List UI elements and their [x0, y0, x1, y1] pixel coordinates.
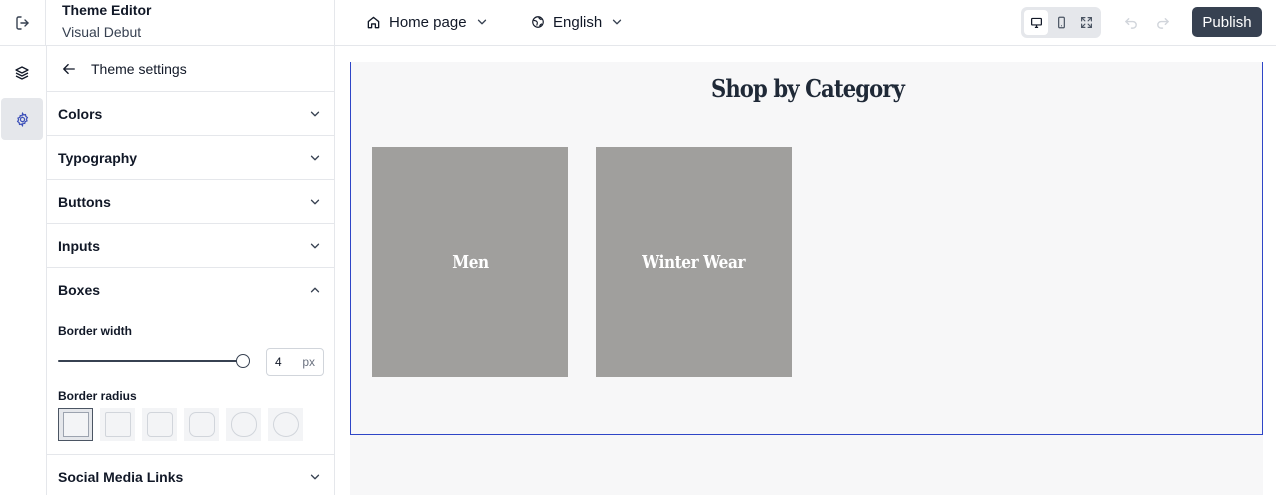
radius-option-lg[interactable]: [226, 408, 261, 441]
border-width-unit: px: [302, 355, 315, 369]
radius-option-md[interactable]: [184, 408, 219, 441]
language-select[interactable]: English: [531, 12, 624, 32]
app-title: Theme Editor: [62, 2, 152, 18]
radius-option-none[interactable]: [58, 408, 93, 441]
exit-editor-button[interactable]: [0, 0, 46, 46]
border-radius-options: [58, 408, 303, 441]
chevron-down-icon: [477, 19, 486, 25]
slider-track: [58, 360, 243, 362]
canvas-scrollbar-area: [1263, 47, 1276, 495]
theme-settings-panel: Theme settings Colors Typography Buttons…: [47, 46, 335, 495]
settings-rail-button[interactable]: [1, 98, 43, 140]
accordion-label: Colors: [58, 105, 103, 122]
chevron-up-icon: [310, 287, 320, 293]
slider-thumb[interactable]: [236, 354, 250, 368]
app-subtitle: Visual Debut: [62, 24, 142, 40]
gear-icon: [16, 111, 28, 127]
chevron-down-icon: [310, 474, 320, 479]
chevron-down-icon: [310, 111, 320, 116]
accordion-typography[interactable]: Typography: [47, 136, 334, 180]
radius-option-sm[interactable]: [142, 408, 177, 441]
category-card[interactable]: Winter Wear: [596, 147, 792, 377]
header-divider: [334, 0, 335, 46]
page-select-label: Home page: [389, 13, 467, 31]
border-width-label: Border width: [58, 324, 132, 338]
border-width-input[interactable]: px: [266, 348, 324, 376]
page-select[interactable]: Home page: [366, 12, 489, 32]
redo-button[interactable]: [1151, 11, 1173, 33]
sections-rail-button[interactable]: [1, 52, 43, 94]
publish-button[interactable]: Publish: [1192, 7, 1262, 37]
mobile-icon: [1057, 16, 1065, 29]
canvas-gutter: [335, 47, 350, 495]
section-title: Shop by Category: [710, 74, 905, 103]
fullscreen-icon: [1080, 17, 1092, 28]
radius-option-xs[interactable]: [100, 408, 135, 441]
layers-icon: [15, 66, 29, 80]
chevron-down-icon: [310, 155, 320, 160]
accordion-colors[interactable]: Colors: [47, 92, 334, 136]
globe-icon: [532, 16, 544, 28]
redo-icon: [1156, 17, 1169, 29]
accordion-label: Typography: [58, 149, 138, 166]
desktop-view-button[interactable]: [1024, 10, 1048, 35]
boxes-settings: Border width px Border radius: [47, 312, 334, 455]
chevron-down-icon: [613, 19, 622, 25]
view-mode-toggle: [1021, 7, 1101, 38]
undo-button[interactable]: [1120, 11, 1142, 33]
accordion-inputs[interactable]: Inputs: [47, 224, 334, 268]
accordion-label: Buttons: [58, 193, 111, 210]
exit-icon: [15, 16, 29, 30]
accordion-label: Social Media Links: [58, 468, 184, 485]
border-width-value[interactable]: [275, 355, 299, 369]
border-radius-label: Border radius: [58, 389, 137, 403]
accordion-social-media[interactable]: Social Media Links: [47, 455, 334, 495]
back-button[interactable]: [61, 61, 77, 77]
category-label: Men: [451, 251, 489, 273]
canvas-top-gutter: [350, 47, 1263, 62]
fullscreen-view-button[interactable]: [1074, 10, 1098, 35]
category-label: Winter Wear: [642, 251, 746, 273]
mobile-view-button[interactable]: [1049, 10, 1073, 35]
accordion-label: Inputs: [58, 237, 100, 254]
accordion-boxes[interactable]: Boxes: [47, 268, 334, 312]
preview-canvas: Shop by Category Men Winter Wear: [335, 47, 1276, 495]
arrow-left-icon: [63, 63, 75, 74]
panel-header: Theme settings: [47, 46, 334, 92]
accordion-buttons[interactable]: Buttons: [47, 180, 334, 224]
home-icon: [367, 16, 380, 28]
chevron-down-icon: [310, 199, 320, 204]
left-rail: [0, 46, 47, 495]
accordion-label: Boxes: [58, 282, 101, 298]
category-card[interactable]: Men: [372, 147, 568, 377]
panel-title: Theme settings: [91, 60, 187, 77]
chevron-down-icon: [310, 243, 320, 248]
next-section: [350, 435, 1263, 495]
language-select-label: English: [553, 13, 603, 31]
border-width-slider[interactable]: [58, 354, 250, 368]
desktop-icon: [1030, 17, 1042, 28]
shop-by-category-section[interactable]: Shop by Category Men Winter Wear: [350, 62, 1263, 435]
undo-icon: [1124, 17, 1137, 29]
radius-option-full[interactable]: [268, 408, 303, 441]
top-bar: Theme Editor Visual Debut Home page Engl…: [0, 0, 1276, 46]
